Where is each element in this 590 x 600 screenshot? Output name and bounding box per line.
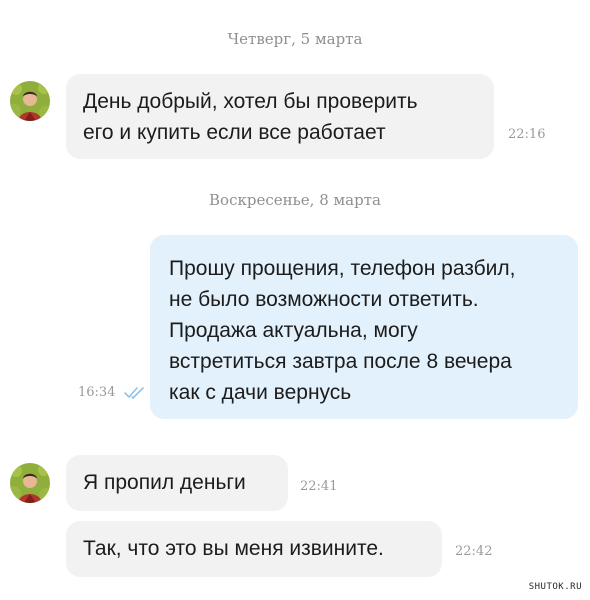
user-avatar-icon[interactable] xyxy=(10,463,50,503)
message-time: 22:41 xyxy=(300,479,338,494)
message-bubble-incoming[interactable]: Так, что это вы меня извините. xyxy=(66,521,442,577)
message-text: Прошу прощения, телефон разбил, не было … xyxy=(169,257,516,404)
message-bubble-outgoing[interactable]: Прошу прощения, телефон разбил, не было … xyxy=(150,235,578,419)
user-avatar-icon[interactable] xyxy=(10,81,50,121)
double-check-icon xyxy=(124,387,144,399)
date-separator-thursday: Четверг, 5 марта xyxy=(227,30,363,48)
message-text: День добрый, хотел бы проверить его и ку… xyxy=(83,90,418,144)
message-time: 22:16 xyxy=(508,127,546,142)
message-text: Так, что это вы меня извините. xyxy=(83,537,384,560)
message-time: 22:42 xyxy=(455,544,493,559)
watermark: SHUTOK.RU xyxy=(528,582,582,592)
date-separator-sunday: Воскресенье, 8 марта xyxy=(209,191,381,209)
message-bubble-incoming[interactable]: Я пропил деньги xyxy=(66,455,288,511)
message-bubble-incoming[interactable]: День добрый, хотел бы проверить его и ку… xyxy=(66,74,545,159)
message-time: 16:34 xyxy=(78,385,116,400)
message-text: Я пропил деньги xyxy=(83,471,246,494)
